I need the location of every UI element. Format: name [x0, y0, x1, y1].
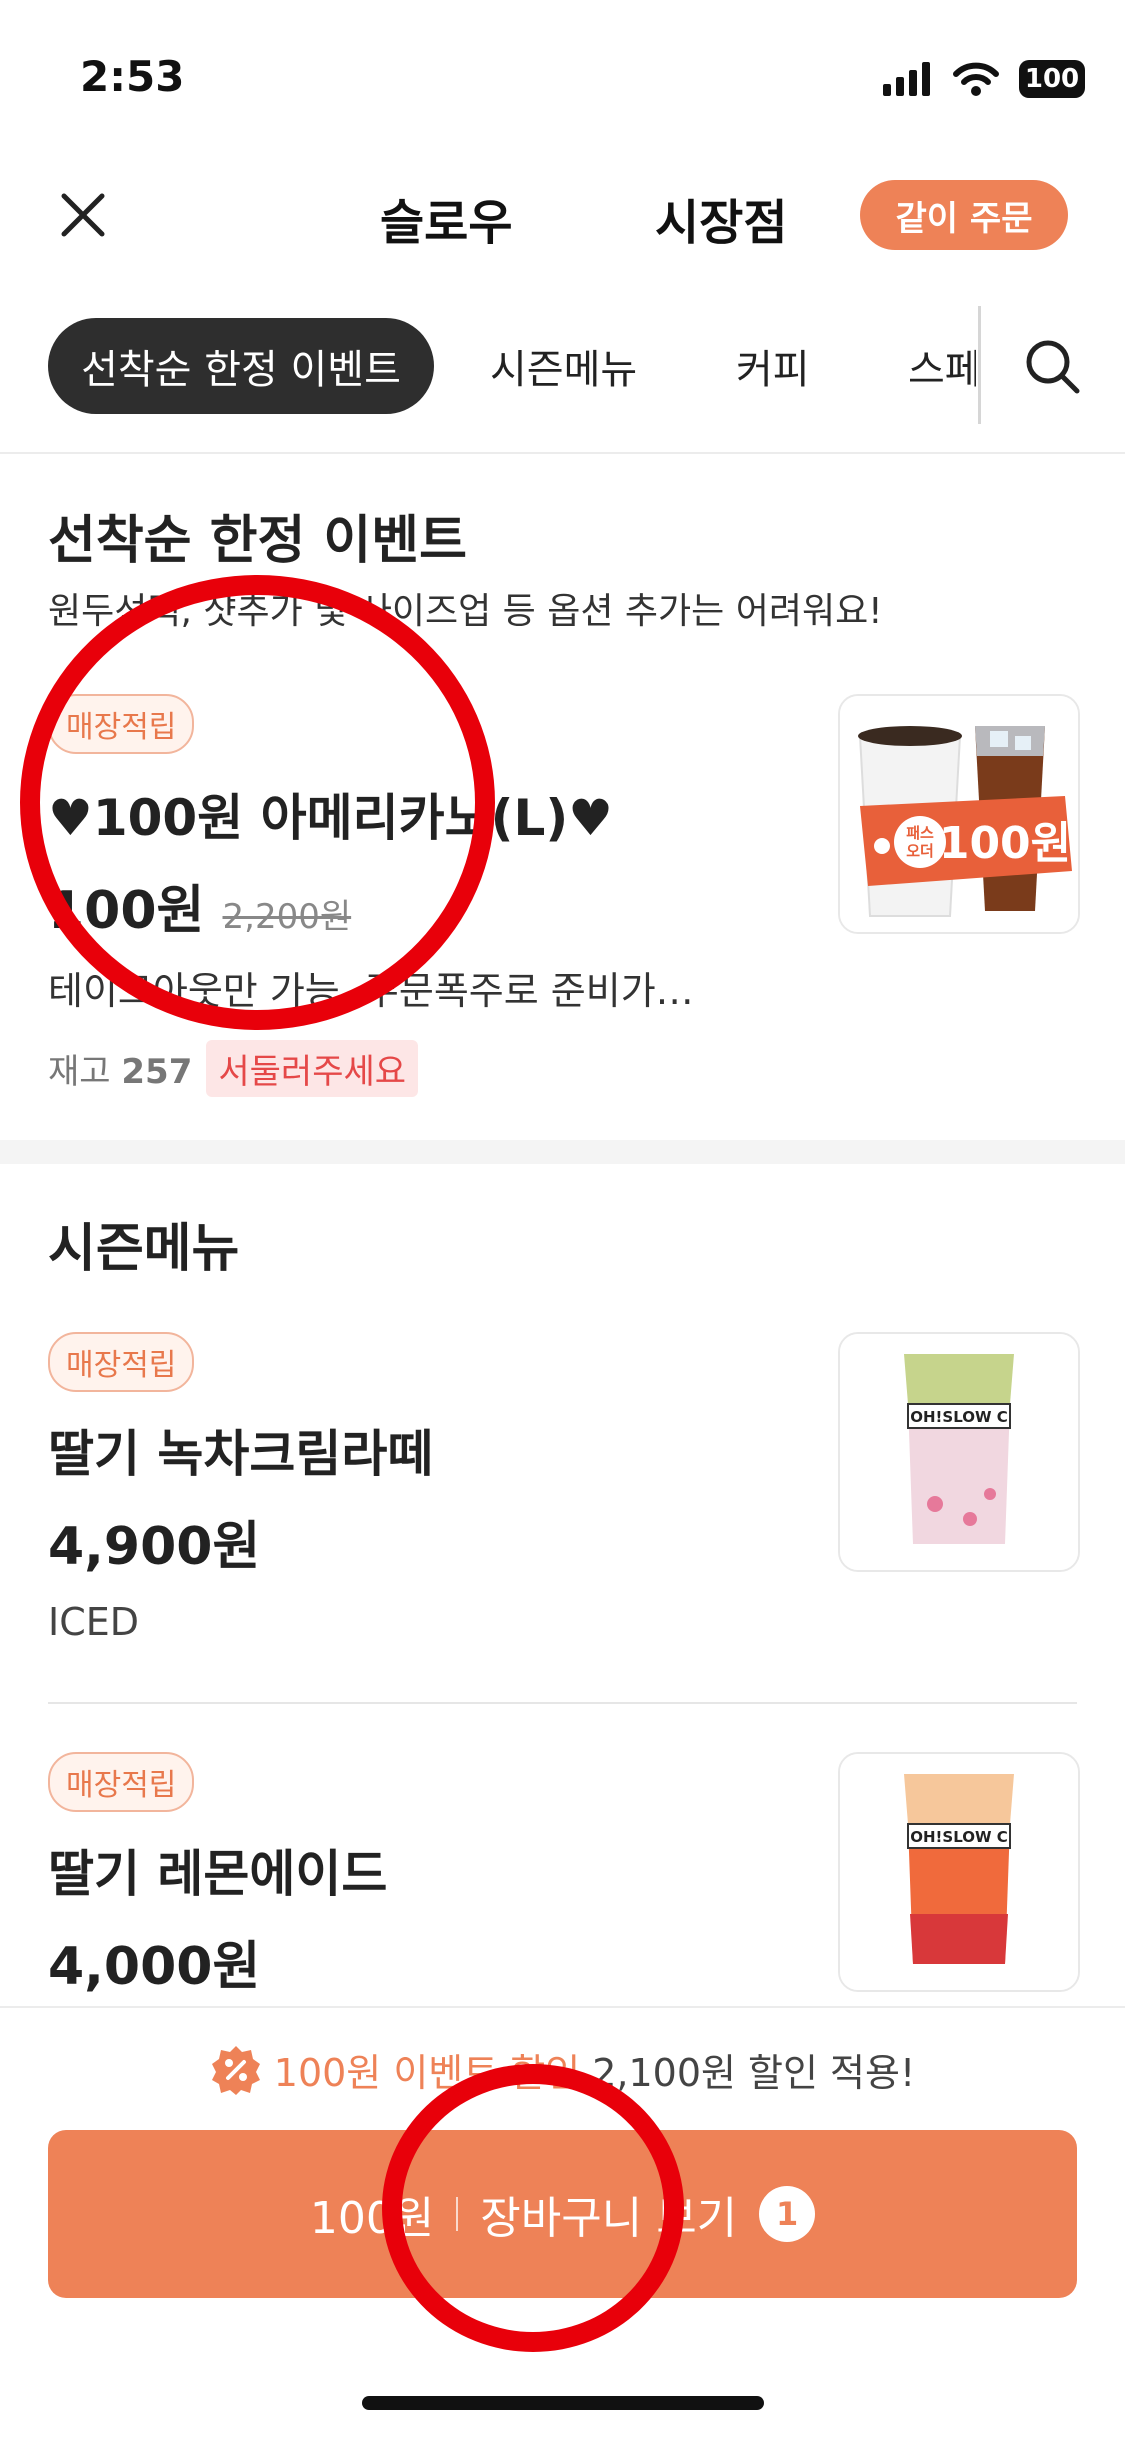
status-time: 2:53: [80, 52, 185, 101]
item-price-strawberry-matcha: 4,900원: [48, 1517, 261, 1577]
tab-limited-event[interactable]: 선착순 한정 이벤트: [48, 318, 434, 414]
item-name-strawberry-matcha[interactable]: 딸기 녹차크림라떼: [48, 1414, 433, 1486]
americano-illustration: 패스 오더 100원: [840, 696, 1078, 932]
hurry-tag: 서둘러주세요: [206, 1040, 419, 1097]
strawberry-matcha-illustration: OH!SLOW C: [840, 1334, 1078, 1570]
category-tabs: 선착순 한정 이벤트 시즌메뉴 커피 스페: [0, 318, 1125, 418]
tab-season-menu[interactable]: 시즌메뉴: [490, 318, 637, 414]
signal-icon: [883, 62, 930, 96]
svg-text:패스: 패스: [906, 824, 934, 842]
stock-count: 257: [121, 1052, 193, 1092]
item-divider: [48, 1702, 1077, 1704]
item-name-strawberry-lemonade[interactable]: 딸기 레몬에이드: [48, 1834, 387, 1906]
strawberry-lemonade-illustration: OH!SLOW C: [840, 1754, 1078, 1990]
tab-special[interactable]: 스페: [908, 318, 976, 414]
group-order-button[interactable]: 같이 주문: [860, 180, 1068, 250]
discount-amount-text: 2,100원 할인 적용!: [592, 2051, 916, 2095]
item-price-strawberry-lemonade: 4,000원: [48, 1937, 261, 1997]
cart-count-badge: 1: [759, 2186, 816, 2242]
store-points-badge: 매장적립: [48, 1332, 195, 1392]
stock-label: 재고: [48, 1052, 111, 1092]
store-name-part2: 시장점: [655, 195, 788, 251]
svg-text:OH!SLOW C: OH!SLOW C: [910, 1408, 1008, 1426]
annotation-circle-cart-button: [382, 2064, 684, 2352]
stock-row: 재고 257 서둘러주세요: [48, 1040, 419, 1097]
store-name-part1: 슬로우: [380, 195, 513, 251]
home-indicator: [362, 2396, 764, 2410]
svg-text:100원: 100원: [939, 818, 1071, 869]
svg-text:오더: 오더: [906, 842, 934, 860]
strawberry-lemonade-image[interactable]: OH!SLOW C: [838, 1752, 1080, 1992]
wifi-icon: [953, 62, 999, 96]
battery-icon: 100: [1019, 60, 1085, 98]
annotation-circle-event-item: [20, 575, 495, 1030]
section-gap: [0, 1140, 1125, 1164]
strawberry-matcha-image[interactable]: OH!SLOW C: [838, 1332, 1080, 1572]
item-option-iced: ICED: [48, 1600, 140, 1644]
section-title-season: 시즌메뉴: [48, 1219, 240, 1279]
discount-icon: [211, 2045, 260, 2095]
store-points-badge: 매장적립: [48, 1752, 195, 1812]
americano-image[interactable]: 패스 오더 100원: [838, 694, 1080, 934]
svg-text:OH!SLOW C: OH!SLOW C: [910, 1828, 1008, 1846]
tab-divider: [978, 306, 981, 424]
status-icons: 100: [883, 60, 1085, 98]
stock-info: 재고 257: [48, 1044, 192, 1093]
tab-coffee[interactable]: 커피: [736, 318, 810, 414]
close-icon[interactable]: [58, 190, 108, 240]
header-divider: [0, 452, 1125, 454]
section-title-event: 선착순 한정 이벤트: [48, 511, 467, 571]
search-icon[interactable]: [1022, 336, 1082, 396]
